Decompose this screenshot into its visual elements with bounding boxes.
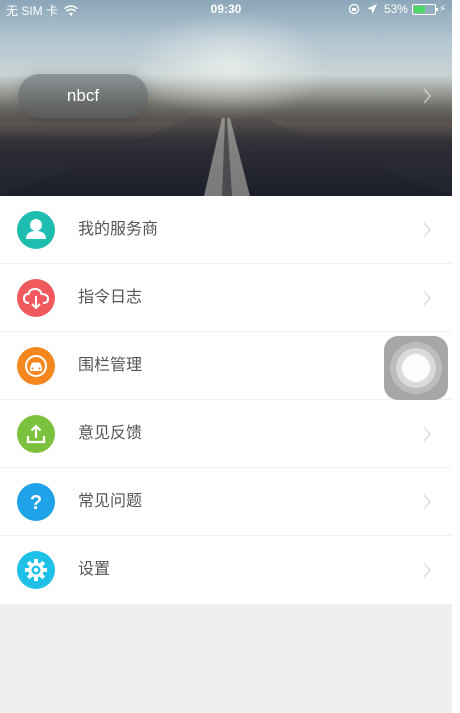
menu-item-feedback[interactable]: 意见反馈: [0, 400, 452, 468]
profile-header[interactable]: 无 SIM 卡 09:30 53% ⚡ nbcf: [0, 0, 452, 196]
profile-name: nbcf: [66, 86, 100, 105]
menu-item-label: 我的服务商: [78, 221, 159, 238]
cloud-download-icon: [17, 279, 55, 317]
assistive-ring-inner: [402, 354, 430, 382]
location-arrow-icon: [366, 4, 377, 14]
menu-item-command-log[interactable]: 指令日志: [0, 264, 452, 332]
charging-icon: ⚡: [438, 3, 446, 15]
menu-item-settings[interactable]: 设置: [0, 536, 452, 604]
menu-item-faq[interactable]: ? 常见问题: [0, 468, 452, 536]
battery-percent: 53%: [383, 2, 408, 16]
menu-item-label: 意见反馈: [78, 425, 143, 442]
chevron-right-icon: [423, 562, 431, 578]
chevron-right-icon: [423, 290, 431, 306]
person-icon: [17, 211, 55, 249]
chevron-right-icon: [423, 88, 431, 104]
app-root: 无 SIM 卡 09:30 53% ⚡ nbcf 我的服务商 指令日志 围栏管理…: [0, 0, 460, 713]
chevron-right-icon: [423, 222, 431, 238]
chevron-right-icon: [423, 494, 431, 510]
status-right: 53% ⚡: [348, 2, 446, 16]
chevron-right-icon: [423, 426, 431, 442]
screen: 无 SIM 卡 09:30 53% ⚡ nbcf 我的服务商 指令日志 围栏管理…: [0, 0, 452, 713]
menu-item-label: 常见问题: [78, 493, 143, 510]
car-icon: [17, 347, 55, 385]
battery-fill: [413, 5, 425, 13]
menu-item-service-provider[interactable]: 我的服务商: [0, 196, 452, 264]
svg-text:?: ?: [30, 492, 42, 514]
status-bar: 无 SIM 卡 09:30 53% ⚡: [0, 0, 452, 18]
assistive-touch-button[interactable]: [384, 336, 448, 400]
battery-icon: [411, 3, 438, 15]
menu-item-label: 设置: [78, 561, 111, 578]
question-icon: ?: [17, 483, 55, 521]
orientation-lock-icon: [348, 3, 360, 15]
upload-icon: [17, 415, 55, 453]
menu-item-label: 围栏管理: [78, 357, 143, 374]
screen-right-edge: [452, 0, 460, 713]
menu-item-label: 指令日志: [78, 289, 143, 306]
menu-list: 我的服务商 指令日志 围栏管理 意见反馈 ? 常见问题 设置: [0, 196, 452, 604]
gear-icon: [17, 551, 55, 589]
